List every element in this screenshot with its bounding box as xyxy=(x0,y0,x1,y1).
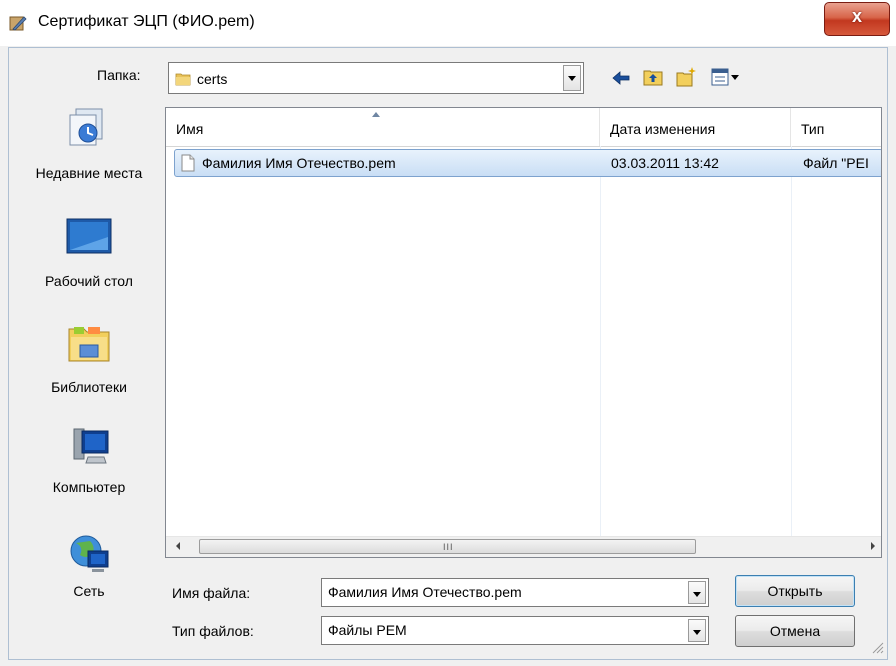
title-bar: Сертификат ЭЦП (ФИО.pem) x xyxy=(0,0,896,46)
filename-label: Имя файла: xyxy=(172,585,251,601)
file-list: Имя Дата изменения Тип Фамилия Имя Отече… xyxy=(165,107,882,558)
filetype-label: Тип файлов: xyxy=(172,623,254,639)
column-divider xyxy=(791,146,792,537)
recent-places-icon xyxy=(69,108,103,146)
folder-label: Папка: xyxy=(97,67,141,83)
libraries-icon xyxy=(68,327,110,362)
scroll-right-icon[interactable] xyxy=(871,542,875,550)
place-label: Рабочий стол xyxy=(45,273,133,289)
chevron-down-icon[interactable] xyxy=(563,65,581,91)
scroll-left-icon[interactable] xyxy=(176,542,180,550)
open-button[interactable]: Открыть xyxy=(735,575,855,607)
place-label: Библиотеки xyxy=(51,379,127,395)
file-type: Файл "PEI xyxy=(803,155,869,171)
cancel-button[interactable]: Отмена xyxy=(735,615,855,647)
computer-icon xyxy=(73,428,109,464)
column-header-type[interactable]: Тип xyxy=(791,108,881,146)
desktop-icon xyxy=(66,218,112,254)
view-menu-icon[interactable] xyxy=(710,66,742,88)
filetype-select[interactable]: Файлы PEM xyxy=(321,616,709,645)
chevron-down-icon[interactable] xyxy=(688,619,706,642)
column-header-date[interactable]: Дата изменения xyxy=(600,108,791,146)
folder-icon xyxy=(175,73,191,86)
column-header-name[interactable]: Имя xyxy=(166,108,600,146)
filetype-value: Файлы PEM xyxy=(328,622,407,638)
close-icon: x xyxy=(851,6,862,26)
window-title: Сертификат ЭЦП (ФИО.pem) xyxy=(38,13,255,30)
back-arrow-icon[interactable] xyxy=(610,67,632,89)
chevron-down-icon[interactable] xyxy=(688,581,706,604)
filename-value: Фамилия Имя Отечество.pem xyxy=(328,584,522,600)
up-folder-icon[interactable] xyxy=(642,66,664,88)
horizontal-scrollbar[interactable]: III xyxy=(166,536,881,557)
open-file-dialog: Сертификат ЭЦП (ФИО.pem) x Папка: certs xyxy=(0,0,896,666)
filename-input[interactable]: Фамилия Имя Отечество.pem xyxy=(321,578,709,607)
file-row[interactable]: Фамилия Имя Отечество.pem 03.03.2011 13:… xyxy=(174,149,881,177)
folder-combobox[interactable]: certs xyxy=(168,62,584,94)
place-label: Недавние места xyxy=(35,165,143,181)
close-button[interactable]: x xyxy=(824,2,890,36)
list-header: Имя Дата изменения Тип xyxy=(166,108,881,147)
file-date: 03.03.2011 13:42 xyxy=(611,155,719,171)
column-divider xyxy=(600,146,601,537)
scroll-thumb[interactable]: III xyxy=(199,539,696,554)
place-label: Сеть xyxy=(73,583,105,599)
places-bar: Недавние места Рабочий стол Библиотеки К… xyxy=(16,105,162,613)
new-folder-icon[interactable] xyxy=(675,66,697,88)
network-icon xyxy=(70,535,109,572)
document-icon xyxy=(181,154,195,172)
sort-ascending-icon xyxy=(372,112,380,117)
scroll-grip: III xyxy=(443,542,454,552)
file-name: Фамилия Имя Отечество.pem xyxy=(202,155,396,171)
current-folder: certs xyxy=(197,71,228,87)
resize-grip-icon[interactable] xyxy=(870,640,884,654)
certificate-pen-icon xyxy=(9,16,27,31)
place-label: Компьютер xyxy=(52,479,126,495)
